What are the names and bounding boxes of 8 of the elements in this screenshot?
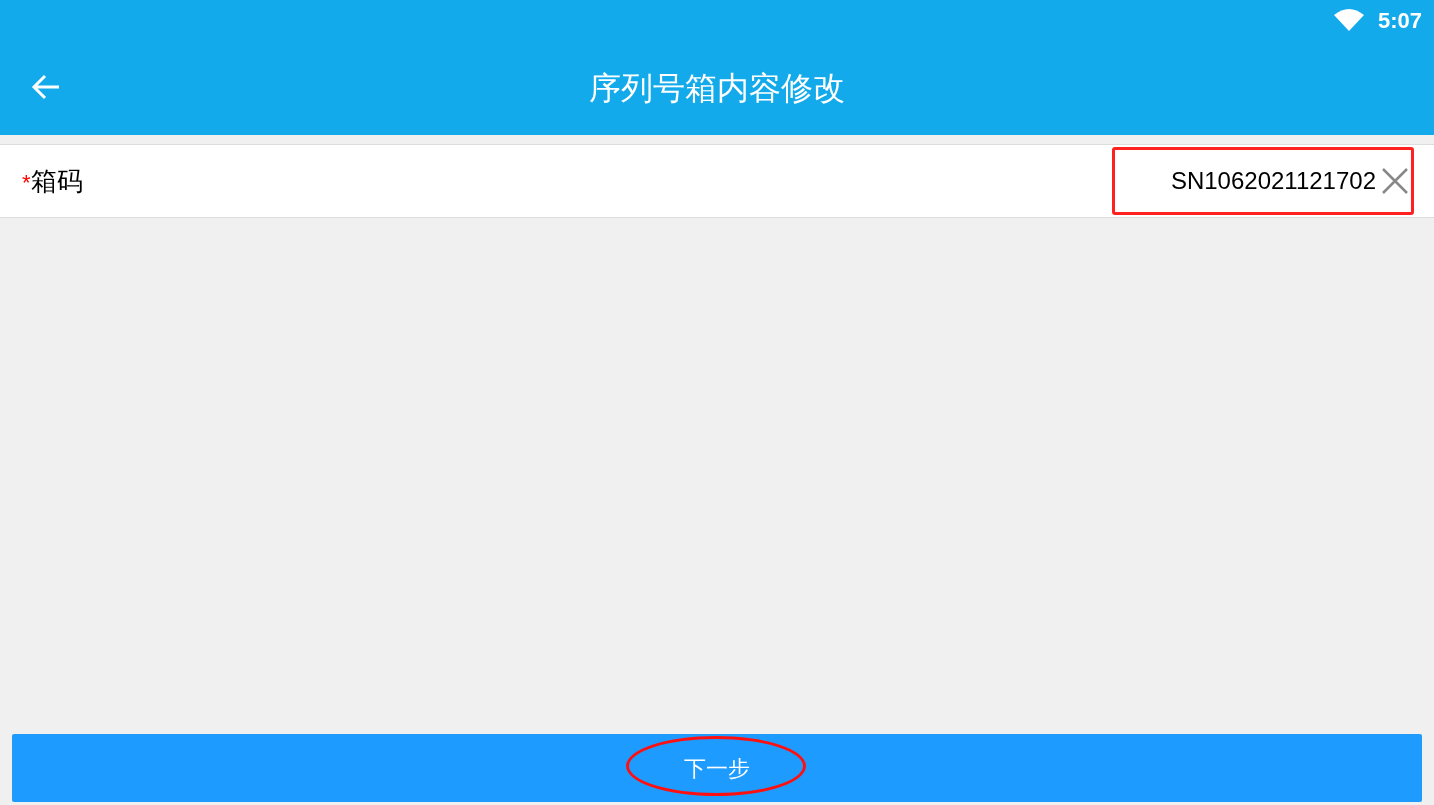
required-mark: *: [22, 168, 31, 197]
box-code-field[interactable]: SN1062021121702: [1140, 163, 1376, 199]
field-label: 箱码: [30, 164, 83, 198]
wifi-icon: [1333, 9, 1364, 31]
page-title: 序列号箱内容修改: [589, 68, 845, 108]
clear-icon[interactable]: [1382, 168, 1408, 194]
back-icon[interactable]: [31, 74, 61, 100]
status-time: 5:07: [1377, 6, 1422, 35]
